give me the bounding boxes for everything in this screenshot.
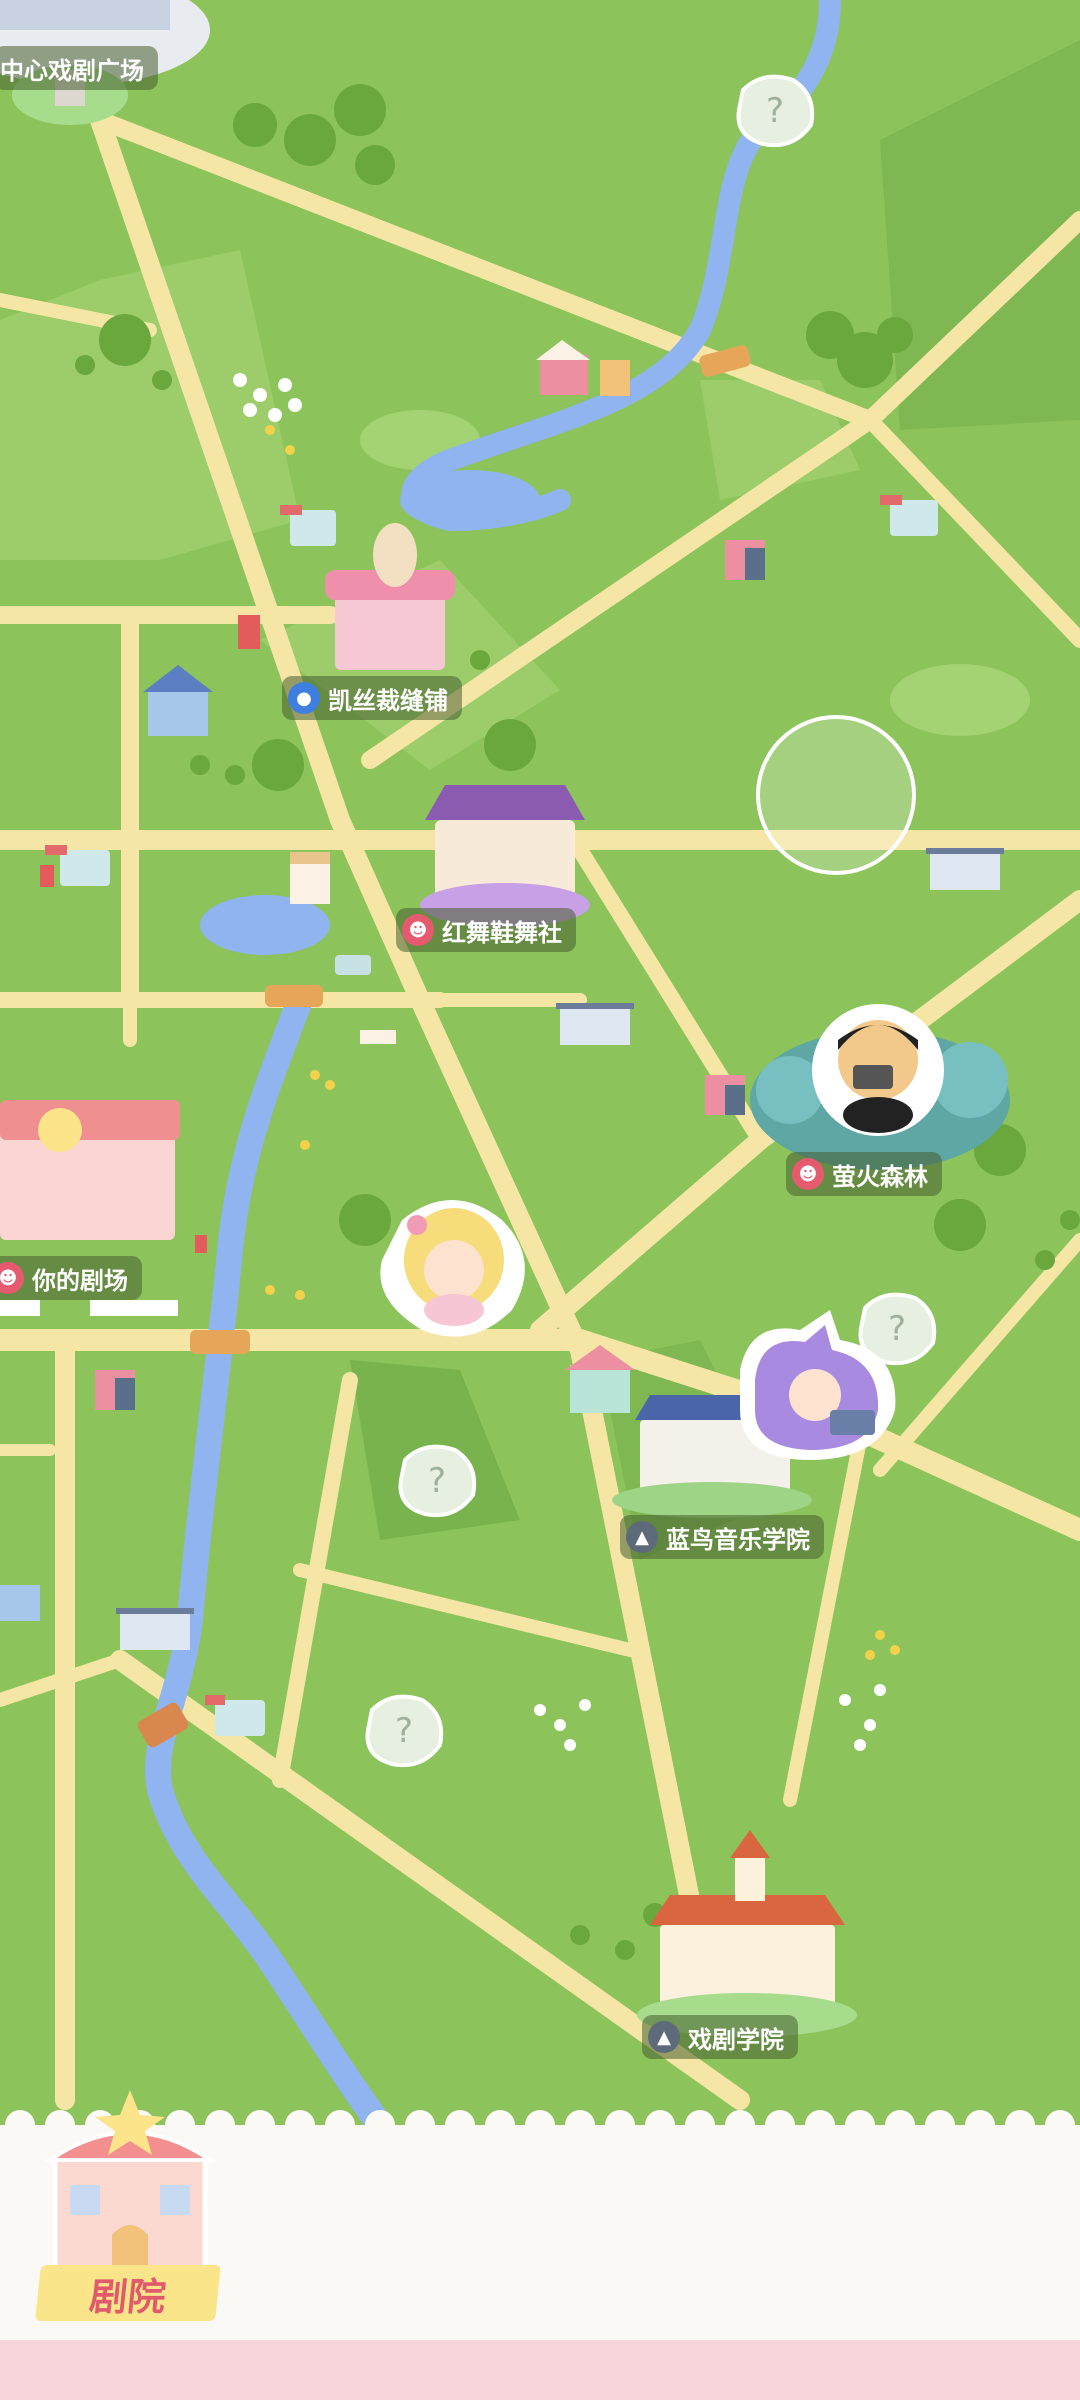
- svg-text:?: ?: [395, 1711, 413, 1751]
- location-label-text: 萤火森林: [832, 1162, 928, 1191]
- location-label-music-academy[interactable]: ▲ 蓝鸟音乐学院: [620, 1515, 824, 1559]
- location-label-text: 中心戏剧广场: [0, 56, 144, 85]
- location-label-your-theater[interactable]: ☻ 你的剧场: [0, 1256, 142, 1300]
- unknown-location-icon[interactable]: ?: [362, 1690, 446, 1770]
- mask-icon: ☻: [402, 914, 434, 946]
- mask-icon: ☻: [0, 1262, 24, 1294]
- location-label-drama-academy[interactable]: ▲ 戏剧学院: [642, 2015, 798, 2059]
- location-label-tailor[interactable]: ● 凯丝裁缝铺: [282, 676, 462, 720]
- unknown-location-icon[interactable]: ?: [733, 70, 817, 150]
- unknown-location-icon[interactable]: ?: [395, 1440, 479, 1520]
- svg-text:?: ?: [428, 1461, 446, 1501]
- svg-text:?: ?: [766, 91, 784, 131]
- location-label-text: 红舞鞋舞社: [442, 918, 562, 947]
- location-label-text: 凯丝裁缝铺: [328, 686, 448, 715]
- character-camera-boy-sticker[interactable]: [808, 1000, 948, 1140]
- bottom-pink-bar: [0, 2340, 1080, 2400]
- location-label-firefly-forest[interactable]: ☻ 萤火森林: [786, 1152, 942, 1196]
- location-label-central-plaza[interactable]: 中心戏剧广场: [0, 46, 158, 90]
- character-blonde-girl-sticker[interactable]: [372, 1190, 537, 1340]
- location-label-text: 戏剧学院: [688, 2025, 784, 2054]
- theater-tab-label[interactable]: 剧院: [35, 2265, 221, 2321]
- bag-icon: ●: [288, 682, 320, 714]
- character-purple-cat-sticker[interactable]: [720, 1310, 910, 1470]
- graduation-cap-icon: ▲: [626, 1521, 658, 1553]
- graduation-cap-icon: ▲: [648, 2021, 680, 2053]
- mask-icon: ☻: [792, 1158, 824, 1190]
- location-label-text: 蓝鸟音乐学院: [666, 1525, 810, 1554]
- location-label-dance-studio[interactable]: ☻ 红舞鞋舞社: [396, 908, 576, 952]
- location-label-text: 你的剧场: [32, 1266, 128, 1295]
